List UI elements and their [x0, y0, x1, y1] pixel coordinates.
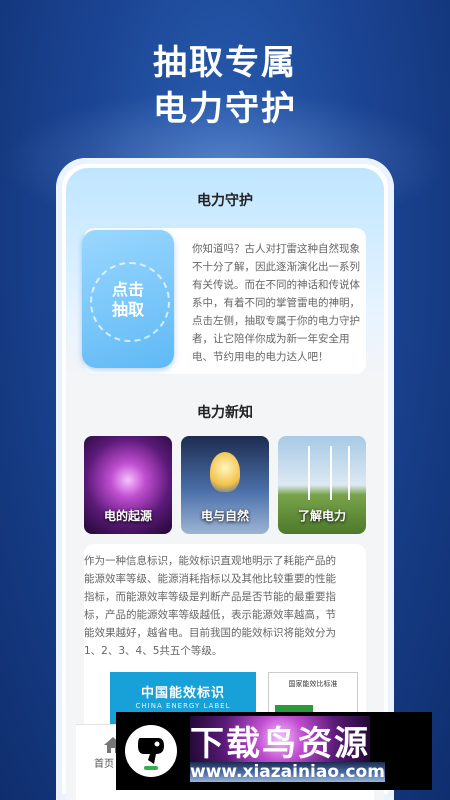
guard-section-title: 电力守护	[197, 193, 253, 209]
app-screen: 电力守护 点击 抽取 你知道吗？古人对打雷这种自然现象不十分了解，因此逐渐演化出…	[66, 168, 384, 800]
info-description: 作为一种信息标识，能效标识直观地明示了耗能产品的能源效率等级、能源消耗指标以及其…	[84, 555, 336, 657]
wind-turbine-icon	[330, 446, 332, 500]
light-bulb-icon	[210, 452, 240, 492]
wind-turbine-icon	[308, 446, 310, 500]
headline-line-1: 抽取专属	[153, 43, 297, 83]
news-tile-origin[interactable]: 电的起源	[84, 436, 172, 534]
phone-frame: 电力守护 点击 抽取 你知道吗？古人对打雷这种自然现象不十分了解，因此逐渐演化出…	[56, 158, 394, 800]
watermark-title: 下载鸟资源	[190, 716, 370, 765]
news-tile-learn[interactable]: 了解电力	[278, 436, 366, 534]
energy-label-subtitle: CHINA ENERGY LABEL	[135, 702, 231, 710]
tab-home-label: 首页	[94, 759, 114, 770]
wind-turbine-icon	[348, 446, 350, 500]
watermark-banner: 下载鸟资源 www.xiazainiao.com	[116, 712, 432, 790]
ticket-label-1: 点击	[111, 280, 144, 299]
news-tile-nature[interactable]: 电与自然	[181, 436, 269, 534]
energy-rating-title: 国家能效比标准	[288, 680, 338, 688]
promo-headline: 抽取专属 电力守护	[0, 40, 450, 132]
ticket-label-2: 抽取	[111, 300, 144, 319]
draw-ticket-button[interactable]: 点击 抽取	[82, 230, 174, 368]
watermark-url: www.xiazainiao.com	[190, 762, 385, 782]
guard-description: 你知道吗？古人对打雷这种自然现象不十分了解，因此逐渐演化出一系列有关传说。而在不…	[192, 243, 360, 363]
bird-logo-icon	[125, 725, 177, 777]
news-tile-label: 电的起源	[103, 509, 152, 523]
news-tile-label: 电与自然	[200, 509, 249, 523]
news-section-title: 电力新知	[197, 405, 253, 421]
news-row: 电的起源 电与自然 了解电力	[84, 436, 366, 534]
news-tile-label: 了解电力	[297, 509, 346, 523]
energy-label-title: 中国能效标识	[140, 686, 225, 701]
ticket-label: 点击 抽取	[82, 280, 174, 320]
headline-line-2: 电力守护	[153, 89, 297, 129]
